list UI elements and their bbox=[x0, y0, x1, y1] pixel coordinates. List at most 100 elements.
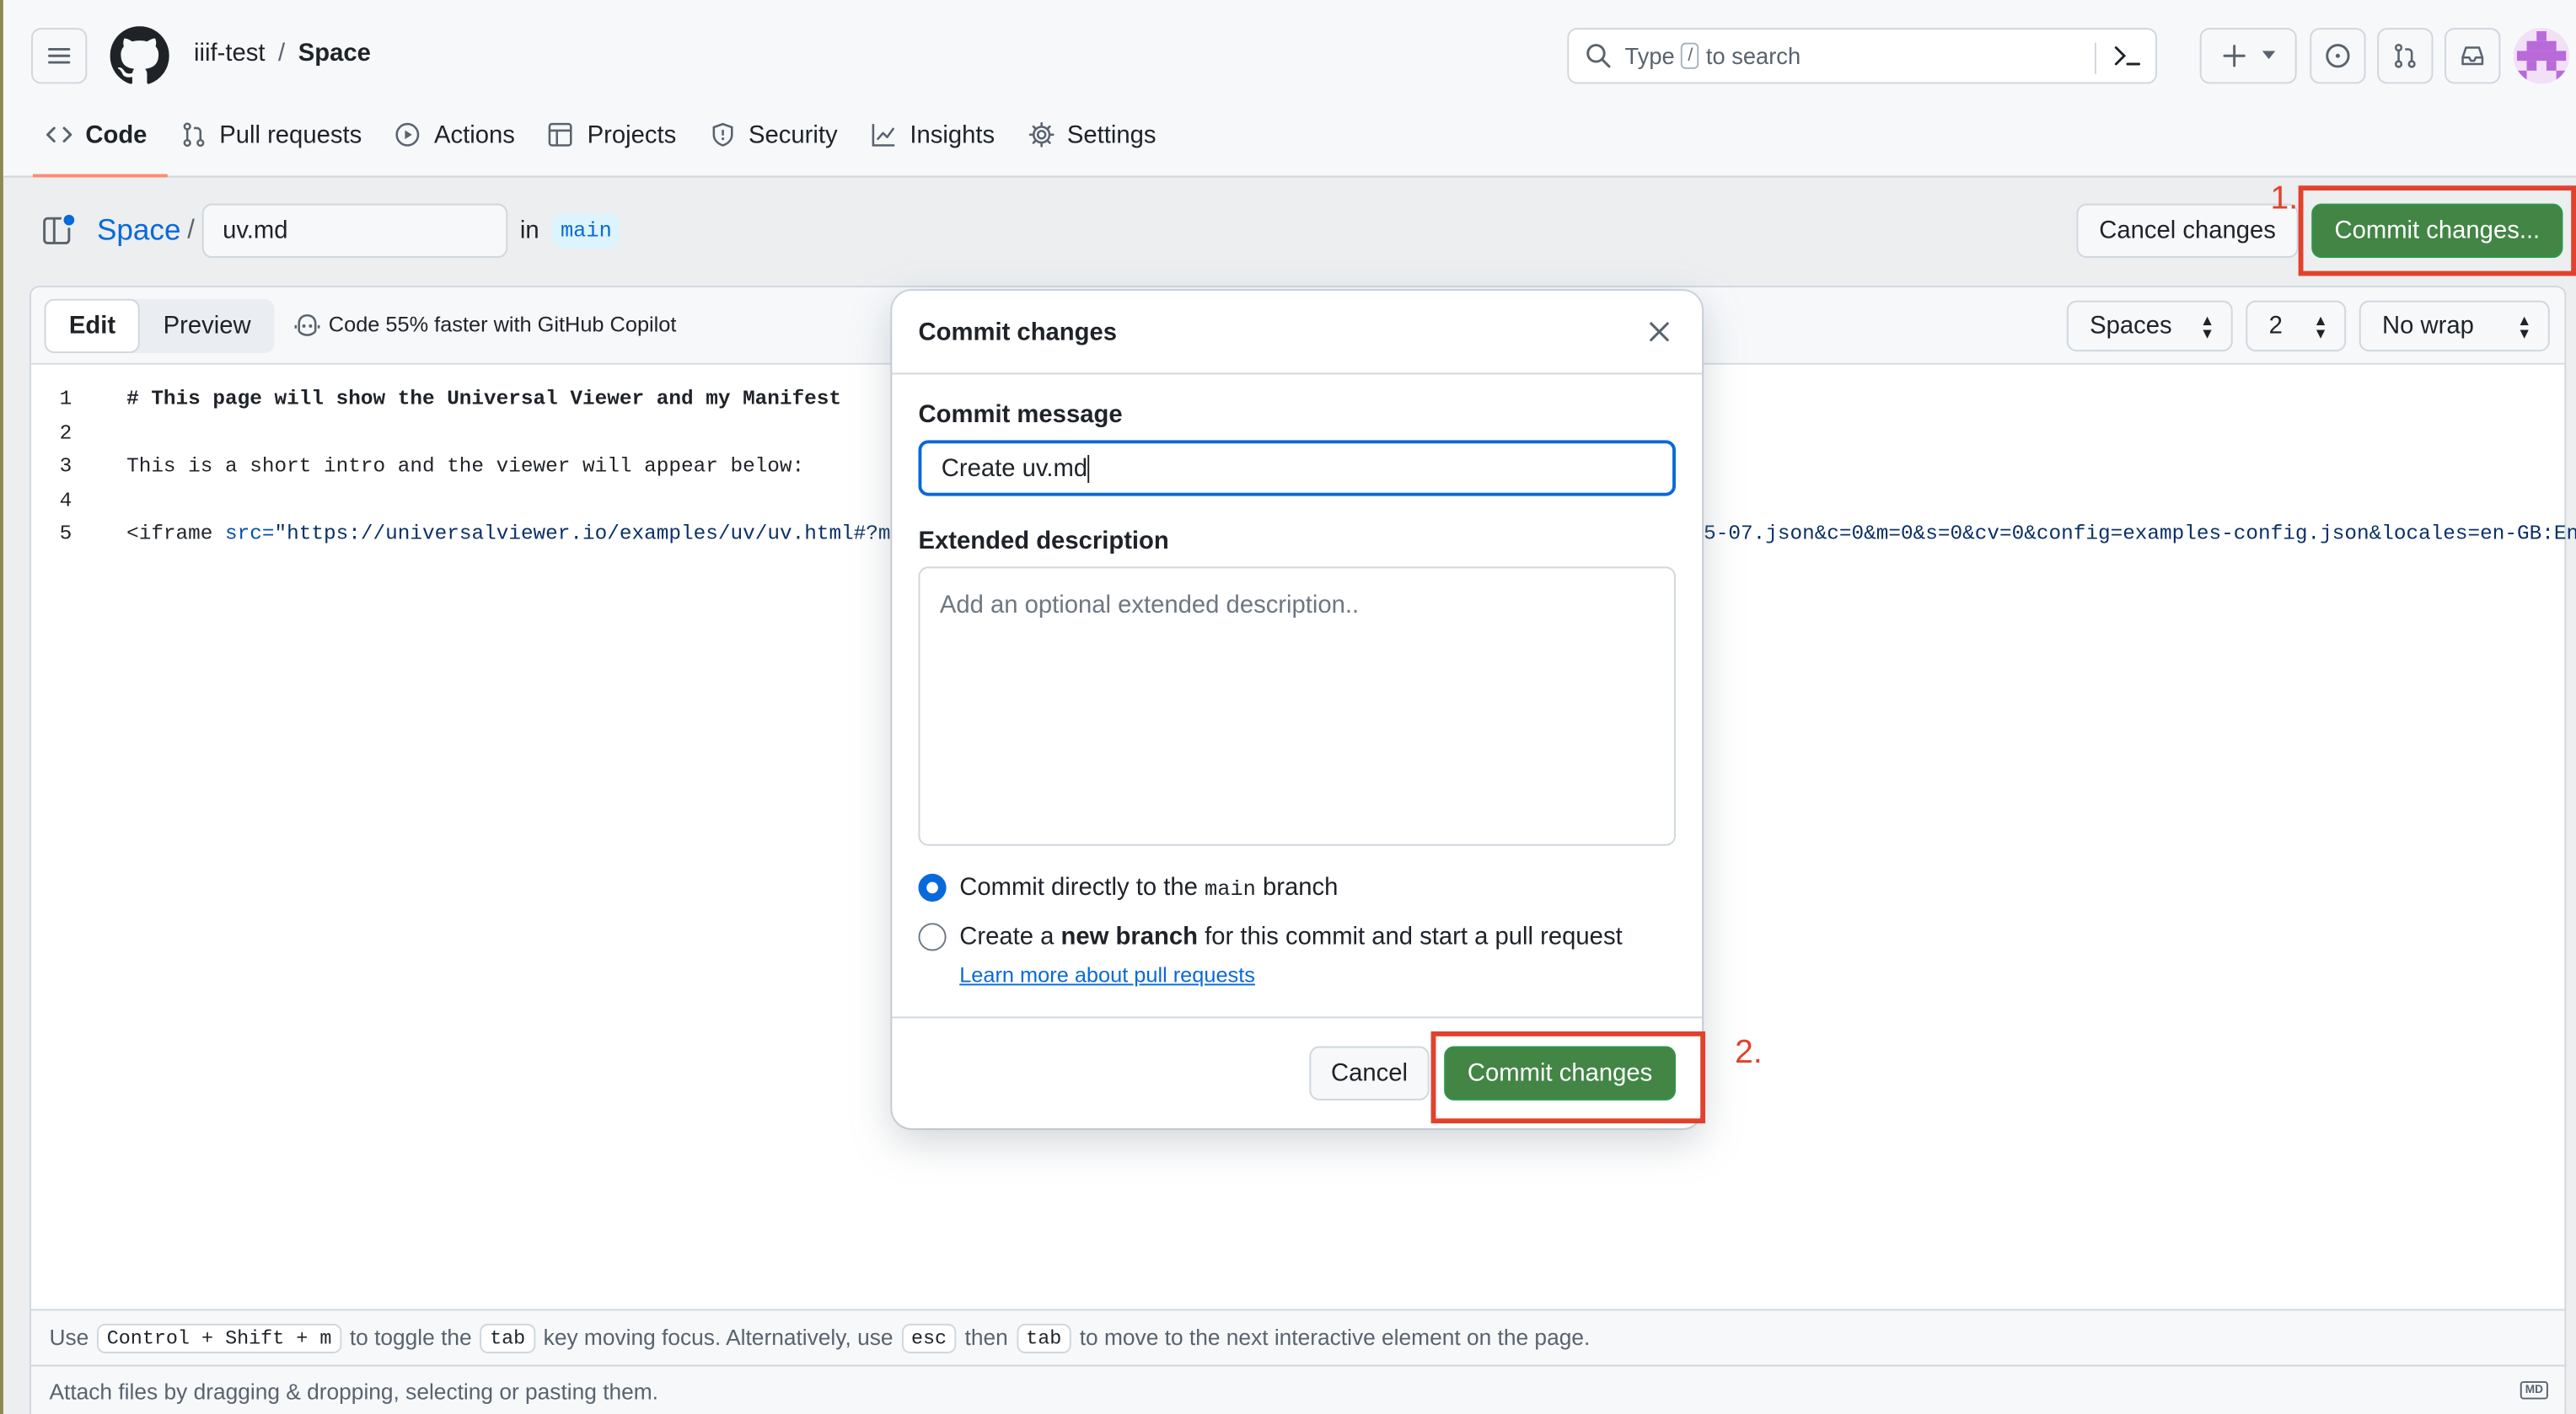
hint-text: key moving focus. Alternatively, use bbox=[543, 1325, 894, 1351]
tab-preview[interactable]: Preview bbox=[140, 299, 274, 353]
triangle-down-icon bbox=[2261, 51, 2275, 60]
git-pull-request-icon bbox=[2394, 43, 2416, 68]
sidebar-expand-icon[interactable] bbox=[41, 212, 78, 248]
annotation-box-1 bbox=[2298, 185, 2576, 276]
cancel-changes-button[interactable]: Cancel changes bbox=[2076, 203, 2299, 258]
tab-pull-requests[interactable]: Pull requests bbox=[167, 112, 382, 178]
learn-more-link[interactable]: Learn more about pull requests bbox=[959, 962, 1255, 987]
focus-hint: Use Control + Shift + m to toggle the ta… bbox=[31, 1309, 2565, 1365]
tab-security[interactable]: Security bbox=[696, 112, 857, 178]
repo-link[interactable]: Space bbox=[298, 40, 371, 67]
commit-message-value: Create uv.md bbox=[941, 453, 1088, 483]
search-icon bbox=[1586, 44, 1611, 68]
search-shortcut-key: / bbox=[1681, 42, 1700, 69]
graph-icon bbox=[872, 124, 894, 147]
indent-size-select[interactable]: 2 ▲ ▼ bbox=[2246, 300, 2347, 352]
copilot-icon bbox=[294, 313, 320, 335]
play-icon bbox=[395, 122, 420, 147]
dialog-title: Commit changes bbox=[918, 318, 1118, 346]
dialog-body: Commit message Create uv.md Extended des… bbox=[918, 400, 1676, 846]
cancel-button[interactable]: Cancel bbox=[1309, 1046, 1430, 1101]
annotation-step-2: 2. bbox=[1735, 1034, 1763, 1071]
annotation-step-1: 1. bbox=[2270, 180, 2299, 217]
tab-actions[interactable]: Actions bbox=[382, 112, 535, 178]
tab-insights[interactable]: Insights bbox=[857, 112, 1015, 178]
path-separator: / bbox=[187, 216, 195, 244]
pull-requests-button[interactable] bbox=[2377, 28, 2434, 84]
code-icon bbox=[46, 126, 72, 143]
search-placeholder-suffix: to search bbox=[1705, 42, 1801, 69]
branch-name: main bbox=[552, 213, 620, 249]
copilot-promo[interactable]: Code 55% faster with GitHub Copilot bbox=[294, 312, 676, 337]
create-new-button[interactable] bbox=[2199, 28, 2297, 84]
hint-text: to move to the next interactive element … bbox=[1079, 1325, 1591, 1351]
tab-key: tab bbox=[480, 1322, 535, 1353]
hint-text: Use bbox=[49, 1325, 89, 1351]
select-caret-icon: ▲ ▼ bbox=[2199, 312, 2215, 342]
search-input[interactable]: Type / to search bbox=[1567, 28, 2158, 84]
issue-opened-icon bbox=[2326, 44, 2350, 68]
tab-label: Security bbox=[748, 121, 838, 149]
menu-button[interactable] bbox=[31, 28, 88, 84]
commit-message-label: Commit message bbox=[918, 400, 1123, 429]
indent-size-value: 2 bbox=[2268, 312, 2283, 340]
radio-new-branch[interactable]: Create a new branch for this commit and … bbox=[918, 923, 1623, 951]
extended-description-textarea[interactable]: Add an optional extended description.. bbox=[918, 566, 1676, 846]
annotation-box-2 bbox=[1430, 1031, 1706, 1124]
table-icon bbox=[549, 122, 573, 147]
esc-key: esc bbox=[901, 1322, 957, 1353]
line-number: 3 bbox=[59, 455, 72, 479]
repo-tabs: Code Pull requests Actions Projects Secu… bbox=[32, 112, 1176, 178]
tab-label: Code bbox=[85, 121, 148, 149]
tab-code[interactable]: Code bbox=[32, 112, 167, 178]
line-number: 5 bbox=[59, 522, 72, 546]
dialog-header: Commit changes bbox=[892, 291, 1703, 375]
line-number: 1 bbox=[59, 388, 72, 411]
line-text-tail: 5-07.json&c=0&m=0&s=0&cv=0&config=exampl… bbox=[1704, 522, 2576, 546]
filename-input[interactable]: uv.md bbox=[201, 203, 507, 258]
commit-message-input[interactable]: Create uv.md bbox=[918, 440, 1676, 496]
tab-settings[interactable]: Settings bbox=[1015, 112, 1176, 178]
edit-preview-toggle: Edit Preview bbox=[44, 298, 274, 354]
tab-edit[interactable]: Edit bbox=[44, 298, 141, 354]
line-text: # This page will show the Universal View… bbox=[126, 388, 842, 411]
tab-label: Actions bbox=[433, 121, 515, 149]
page: iiif-test / Space Type / to search Code … bbox=[0, 0, 2576, 1414]
tab-label: Settings bbox=[1066, 121, 1157, 149]
github-logo-icon[interactable] bbox=[110, 26, 169, 85]
line-text: This is a short intro and the viewer wil… bbox=[126, 455, 805, 479]
shield-icon bbox=[711, 122, 733, 147]
radio-selected-icon bbox=[918, 873, 947, 902]
attr-name: src= bbox=[225, 522, 275, 546]
select-caret-icon: ▲ ▼ bbox=[2313, 312, 2328, 342]
commit-dialog: Commit changes Commit message Create uv.… bbox=[892, 290, 1703, 1128]
radio-commit-direct[interactable]: Commit directly to the main branch bbox=[918, 873, 1338, 902]
inbox-button[interactable] bbox=[2445, 28, 2501, 84]
select-caret-icon: ▲ ▼ bbox=[2517, 312, 2532, 342]
tab-label: Insights bbox=[910, 121, 996, 149]
plus-icon bbox=[2222, 45, 2245, 67]
wrap-mode-select[interactable]: No wrap ▲ ▼ bbox=[2359, 300, 2550, 352]
command-palette-icon[interactable] bbox=[2094, 42, 2143, 74]
issues-button[interactable] bbox=[2310, 28, 2366, 84]
extended-description-label: Extended description bbox=[918, 527, 1169, 555]
tab-label: Pull requests bbox=[219, 121, 362, 149]
owner-link[interactable]: iiif-test bbox=[194, 40, 265, 67]
attr-value: "https://universalviewer.io/examples/uv/… bbox=[274, 522, 904, 546]
tab-projects[interactable]: Projects bbox=[534, 112, 695, 178]
close-icon bbox=[1650, 322, 1669, 342]
tab-key: tab bbox=[1016, 1322, 1071, 1353]
radio-unselected-icon bbox=[918, 923, 947, 951]
close-button[interactable] bbox=[1643, 315, 1676, 348]
avatar[interactable] bbox=[2513, 28, 2570, 84]
radio-label: Create a new branch for this commit and … bbox=[959, 923, 1623, 951]
breadcrumb-separator: / bbox=[278, 39, 286, 67]
attach-files-bar[interactable]: Attach files by dragging & dropping, sel… bbox=[31, 1364, 2565, 1414]
indent-mode-select[interactable]: Spaces ▲ ▼ bbox=[2066, 300, 2233, 352]
tag-open: <iframe bbox=[126, 522, 226, 546]
line-number: 4 bbox=[59, 489, 72, 512]
attach-text: Attach files by dragging & dropping, sel… bbox=[49, 1379, 659, 1404]
repo-root-link[interactable]: Space bbox=[97, 213, 180, 248]
markdown-icon[interactable]: MD bbox=[2520, 1381, 2548, 1400]
shortcut-key: Control + Shift + m bbox=[97, 1322, 342, 1353]
